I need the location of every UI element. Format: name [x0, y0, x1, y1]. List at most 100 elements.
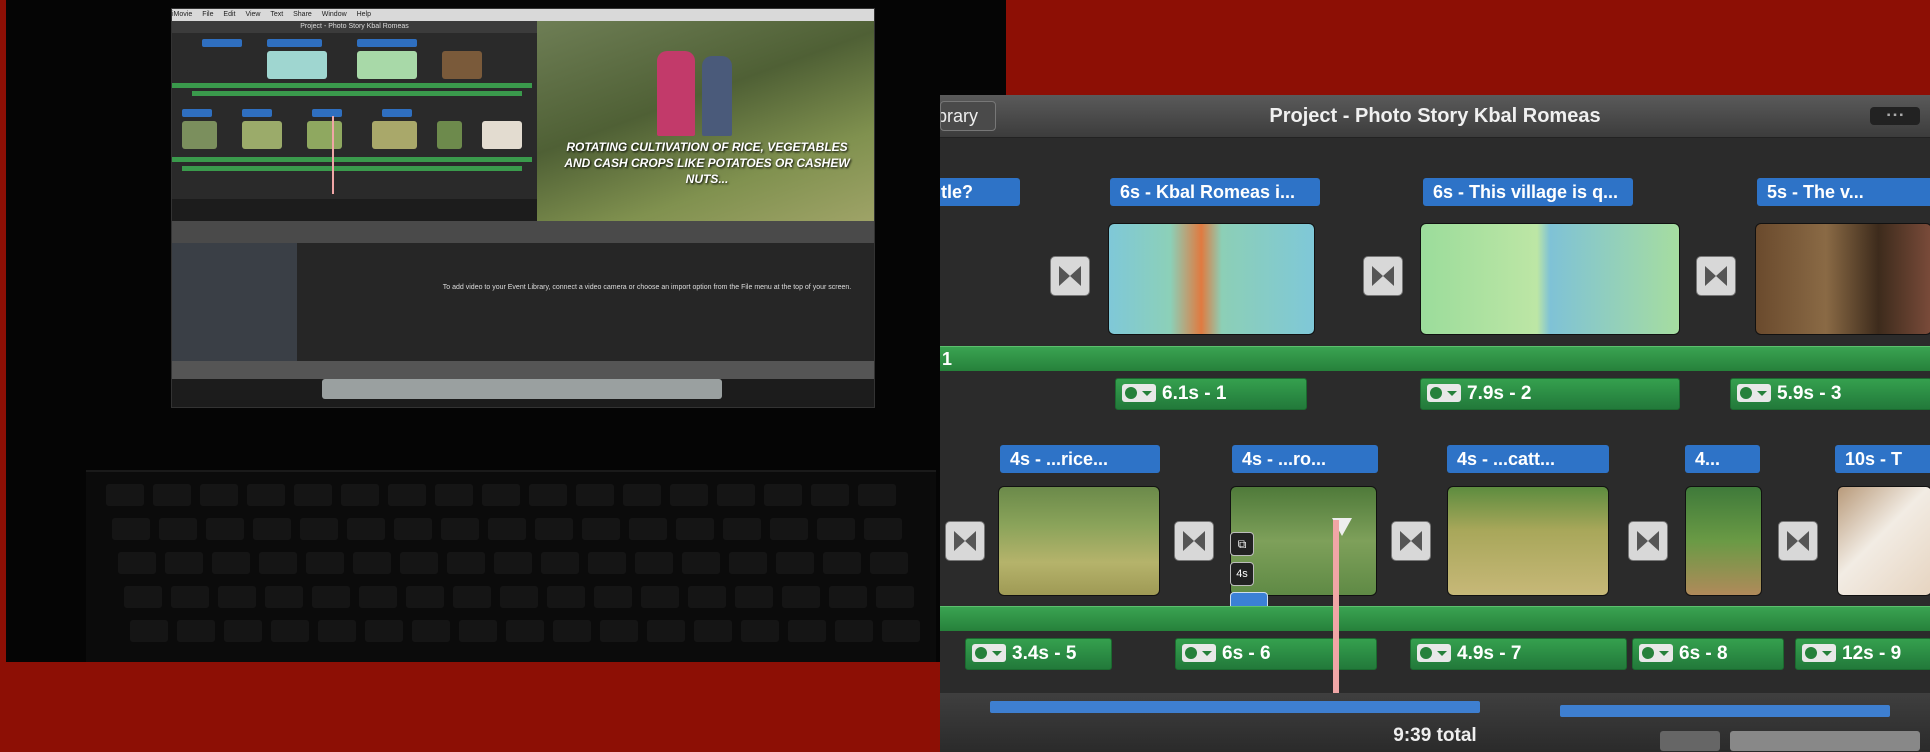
keyboard-key	[177, 620, 215, 642]
clip-duration-badge[interactable]: 4s	[1230, 562, 1254, 586]
mini-thumbnail[interactable]	[482, 121, 522, 149]
transition-icon[interactable]	[1050, 256, 1090, 296]
mini-playhead[interactable]	[332, 116, 334, 194]
keyboard-key	[388, 484, 426, 506]
audio-settings-icon[interactable]	[1737, 384, 1771, 402]
keyboard-key	[365, 620, 403, 642]
keyboard-key	[858, 484, 896, 506]
clip-title-label[interactable]: 5s - The v...	[1757, 178, 1930, 206]
mini-thumbnail[interactable]	[442, 51, 482, 79]
mini-thumbnail[interactable]	[182, 121, 217, 149]
audio-clip[interactable]: 6s - 6	[1175, 638, 1377, 670]
menubar-item[interactable]: Help	[357, 11, 371, 18]
audio-clip-label: 5.9s - 3	[1777, 383, 1842, 404]
audio-clip[interactable]: 12s - 9	[1795, 638, 1930, 670]
mini-thumbnail[interactable]	[357, 51, 417, 79]
clip-thumbnail-photo[interactable]	[998, 486, 1160, 596]
menubar-item[interactable]: Share	[293, 11, 312, 18]
keyboard-key	[406, 586, 444, 608]
transition-icon[interactable]	[1391, 521, 1431, 561]
clip-title-label[interactable]: 4...	[1685, 445, 1760, 473]
menubar-item[interactable]: File	[202, 11, 213, 18]
audio-settings-icon[interactable]	[1417, 644, 1451, 662]
crop-icon[interactable]: ⧉	[1230, 532, 1254, 556]
keyboard-key	[400, 552, 438, 574]
next-row-clip-label[interactable]	[1560, 705, 1890, 717]
menubar-item[interactable]: iMovie	[172, 11, 192, 18]
keyboard-key	[582, 518, 620, 540]
menubar-item[interactable]: View	[245, 11, 260, 18]
project-library-button[interactable]: Library	[940, 101, 996, 131]
keyboard-key	[353, 552, 391, 574]
keyboard-key	[265, 586, 303, 608]
photo-caption: ROTATING CULTIVATION OF RICE, VEGETABLES…	[564, 140, 850, 186]
mini-viewer-photo: ROTATING CULTIVATION OF RICE, VEGETABLES…	[537, 21, 874, 231]
thumbnail-size-slider[interactable]	[1730, 731, 1920, 751]
keyboard-key	[165, 552, 203, 574]
audio-clip[interactable]: 6.1s - 1	[1115, 378, 1307, 410]
mini-clip-label	[242, 109, 272, 117]
audio-settings-icon[interactable]	[1802, 644, 1836, 662]
transition-icon[interactable]	[1696, 256, 1736, 296]
keyboard-key	[723, 518, 761, 540]
menubar-item[interactable]: Window	[322, 11, 347, 18]
clip-thumbnail-map[interactable]	[1420, 223, 1680, 335]
keyboard-key	[224, 620, 262, 642]
keyboard-key	[735, 586, 773, 608]
keyboard-key	[259, 552, 297, 574]
mini-thumbnail[interactable]	[372, 121, 417, 149]
menubar-item[interactable]: Edit	[223, 11, 235, 18]
audio-clip[interactable]: 4.9s - 7	[1410, 638, 1627, 670]
keyboard-key	[776, 552, 814, 574]
person-figure	[702, 56, 732, 136]
audio-clip[interactable]: 6s - 8	[1632, 638, 1784, 670]
background-music-bar[interactable]	[940, 606, 1930, 631]
next-row-clip-label[interactable]	[990, 701, 1480, 713]
transition-icon[interactable]	[945, 521, 985, 561]
mini-thumbnail[interactable]	[267, 51, 327, 79]
clip-title-label[interactable]: 10s - T	[1835, 445, 1930, 473]
clip-title-label[interactable]: 6s - This village is q...	[1423, 178, 1633, 206]
audio-settings-icon[interactable]	[1427, 384, 1461, 402]
zoom-slider-button[interactable]	[1660, 731, 1720, 751]
clip-thumbnail-photo[interactable]	[1685, 486, 1762, 596]
keyboard-key	[482, 484, 520, 506]
mac-dock[interactable]	[322, 379, 722, 399]
clip-thumbnail-photo[interactable]	[1755, 223, 1930, 335]
audio-settings-icon[interactable]	[1182, 644, 1216, 662]
mac-menubar: iMovie File Edit View Text Share Window …	[172, 9, 874, 21]
audio-clip-label: 6.1s - 1	[1162, 383, 1227, 404]
mini-thumbnail[interactable]	[437, 121, 462, 149]
audio-settings-icon[interactable]	[1639, 644, 1673, 662]
transition-icon[interactable]	[1628, 521, 1668, 561]
keyboard-key	[206, 518, 244, 540]
clip-thumbnail-map[interactable]	[1108, 223, 1315, 335]
clip-title-label[interactable]: 4s - ...rice...	[1000, 445, 1160, 473]
audio-settings-icon[interactable]	[972, 644, 1006, 662]
audio-clip[interactable]: 3.4s - 5	[965, 638, 1112, 670]
transition-icon[interactable]	[1363, 256, 1403, 296]
clip-title-label[interactable]: title?	[940, 178, 1020, 206]
transition-icon[interactable]	[1778, 521, 1818, 561]
keyboard-key	[835, 620, 873, 642]
clip-thumbnail-photo[interactable]	[1447, 486, 1609, 596]
view-options-button[interactable]: ▪ ▪ ▪	[1870, 107, 1920, 125]
transition-icon[interactable]	[1174, 521, 1214, 561]
mini-thumbnail[interactable]	[242, 121, 282, 149]
menubar-item[interactable]: Text	[270, 11, 283, 18]
clip-thumbnail-photo[interactable]	[1837, 486, 1930, 596]
laptop-photo: iMovie File Edit View Text Share Window …	[6, 0, 1006, 662]
keyboard-key	[341, 484, 379, 506]
audio-clip[interactable]: 7.9s - 2	[1420, 378, 1680, 410]
mini-event-library	[172, 243, 297, 361]
keyboard-key	[218, 586, 256, 608]
clip-title-label[interactable]: 6s - Kbal Romeas i...	[1110, 178, 1320, 206]
mini-thumbnail[interactable]	[307, 121, 342, 149]
clip-title-label[interactable]: 4s - ...ro...	[1232, 445, 1378, 473]
audio-clip[interactable]: 5.9s - 3	[1730, 378, 1930, 410]
audio-settings-icon[interactable]	[1122, 384, 1156, 402]
keyboard-key	[106, 484, 144, 506]
background-music-bar[interactable]: 1	[940, 346, 1930, 371]
clip-title-label[interactable]: 4s - ...catt...	[1447, 445, 1609, 473]
keyboard-key	[823, 552, 861, 574]
